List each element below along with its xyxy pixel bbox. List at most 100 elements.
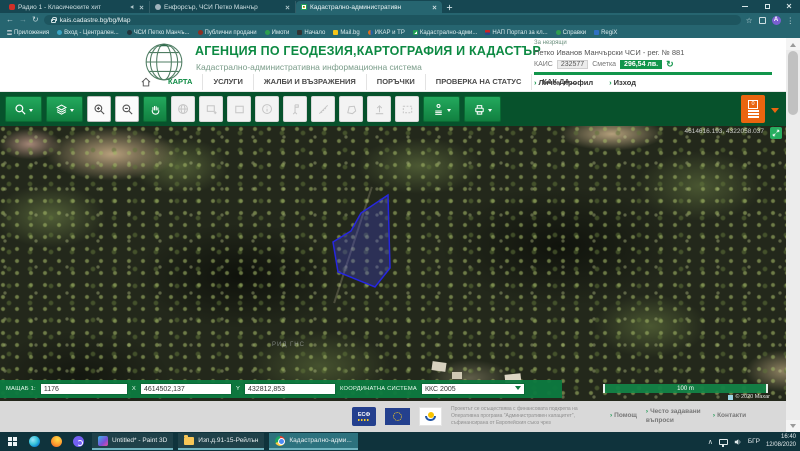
zoom-in-button[interactable] (87, 96, 111, 122)
windows-logo-icon (8, 437, 17, 446)
panel-collapse-chevron[interactable] (771, 108, 779, 117)
y-coordinate-input[interactable] (244, 383, 336, 395)
selected-parcel-polygon[interactable] (0, 126, 786, 401)
zoom-extent-button[interactable] (199, 96, 223, 122)
bookmark-item[interactable]: RegiX (594, 30, 617, 36)
tab-close-icon[interactable] (139, 5, 144, 10)
home-icon[interactable] (140, 76, 152, 88)
window-maximize-button[interactable] (756, 0, 778, 12)
tab-close-icon[interactable] (432, 5, 437, 10)
extension-icon[interactable] (759, 17, 766, 24)
profile-avatar[interactable]: А (772, 16, 781, 25)
select-region-button[interactable] (395, 96, 419, 122)
upload-tool-button[interactable] (367, 96, 391, 122)
site-icon (297, 30, 302, 35)
firefox-taskbar-icon[interactable] (48, 433, 65, 450)
browser-chrome: Радио 1 - Класическите хит Енфорсър, ЧСИ… (0, 0, 800, 38)
new-tab-button[interactable] (442, 1, 456, 13)
measure-distance-button[interactable] (311, 96, 335, 122)
window-minimize-button[interactable] (734, 0, 756, 12)
user-name: Петко Иванов Манчърски ЧСИ - рег. № 881 (534, 48, 772, 57)
tray-overflow-chevron[interactable]: ∧ (708, 438, 713, 446)
tab-kais-active[interactable]: Кадастрално-административн (296, 1, 442, 13)
window-controls (734, 0, 800, 12)
polygon-icon (345, 103, 358, 116)
bookmark-item[interactable]: ЧСИ Петко Манчъ... (127, 30, 190, 36)
viber-taskbar-icon[interactable] (70, 433, 87, 450)
scale-label: Мащаб 1: (6, 386, 36, 392)
taskbar-app-folder[interactable]: Изп.д.91-15-Рейлън (178, 433, 264, 450)
measure-station-button[interactable] (283, 96, 307, 122)
footer-link-contacts[interactable]: Контакти (713, 412, 746, 420)
zoom-window-button[interactable] (227, 96, 251, 122)
speaker-icon[interactable] (734, 438, 742, 446)
nav-tab-how-to[interactable]: КАК ДА... (531, 74, 586, 90)
scroll-up-arrow[interactable] (786, 38, 800, 50)
refresh-balance-icon[interactable]: ↻ (666, 60, 674, 69)
site-icon (127, 30, 132, 35)
tab-close-icon[interactable] (285, 5, 290, 10)
globe-tool-button[interactable] (171, 96, 195, 122)
back-button[interactable]: ← (6, 16, 14, 24)
tab-enforcer[interactable]: Енфорсър, ЧСИ Петко Манчър (150, 1, 296, 13)
fullscreen-expand-button[interactable] (770, 127, 782, 139)
address-input[interactable]: kais.cadastre.bg/bg/Map (44, 15, 741, 25)
taskbar-clock[interactable]: 16:40 12/08/2020 (766, 434, 796, 450)
legend-tool-button[interactable] (423, 96, 460, 122)
bookmark-item[interactable]: Справки (556, 30, 586, 36)
opac-programme-logo (419, 407, 442, 426)
bookmark-star-icon[interactable]: ☆ (746, 16, 753, 25)
pan-tool-button[interactable] (143, 96, 167, 122)
satellite-map-canvas[interactable]: РИД ГНС 4614616.193, 4322058.037 Мащаб 1… (0, 126, 786, 401)
bookmark-item[interactable]: НАП Портал за кл... (485, 30, 547, 36)
x-coordinate-input[interactable] (140, 383, 232, 395)
bookmark-item[interactable]: Имоти (265, 30, 290, 36)
tab-title: Радио 1 - Класическите хит (18, 4, 127, 11)
bookmark-item[interactable]: Начало (297, 30, 325, 36)
bookmark-item[interactable]: ИКАР и ТР (368, 30, 405, 36)
browser-menu-icon[interactable]: ⋮ (787, 16, 795, 25)
scroll-down-arrow[interactable] (786, 420, 800, 432)
accessibility-link[interactable]: За незрящи (534, 40, 772, 46)
start-button[interactable] (4, 433, 21, 450)
nav-tab-map[interactable]: КАРТА (158, 74, 202, 90)
measure-area-button[interactable] (339, 96, 363, 122)
nav-tab-status-check[interactable]: ПРОВЕРКА НА СТАТУС (425, 74, 532, 90)
bookmark-item[interactable]: Вход - Централен... (57, 30, 119, 36)
bookmark-item[interactable]: Публични продани (198, 30, 257, 36)
globe-icon (177, 103, 190, 116)
nav-tab-services[interactable]: УСЛУГИ (202, 74, 252, 90)
forward-button[interactable]: → (19, 16, 27, 24)
scale-input[interactable] (40, 383, 128, 395)
footer-link-help[interactable]: Помощ (610, 412, 637, 420)
esf-logo: ЕСФ (352, 407, 376, 426)
tab-radio[interactable]: Радио 1 - Класическите хит (4, 1, 150, 13)
reload-button[interactable]: ↻ (32, 16, 39, 24)
windows-taskbar: Untitled* - Paint 3D Изп.д.91-15-Рейлън … (0, 432, 800, 451)
zoom-out-button[interactable] (115, 96, 139, 122)
taskbar-app-paint3d[interactable]: Untitled* - Paint 3D (92, 433, 173, 450)
info-tool-button[interactable] (255, 96, 279, 122)
footer-link-faq[interactable]: Често задавани въпроси (646, 408, 704, 425)
crs-select[interactable]: ККС 2005 (421, 383, 525, 395)
notifications-panel-button[interactable]: 0 (741, 95, 765, 123)
bookmark-item[interactable]: Кадастрално-адми... (413, 30, 478, 36)
bookmark-item[interactable]: Mail.bg (333, 30, 359, 36)
nav-tab-complaints[interactable]: ЖАЛБИ И ВЪЗРАЖЕНИЯ (253, 74, 366, 90)
page-scrollbar[interactable] (786, 38, 800, 432)
system-tray: ∧ БГР 16:40 12/08/2020 (708, 434, 796, 450)
nav-tab-orders[interactable]: ПОРЪЧКИ (366, 74, 425, 90)
keyboard-language[interactable]: БГР (748, 438, 760, 445)
edge-taskbar-icon[interactable] (26, 433, 43, 450)
window-close-button[interactable] (778, 0, 800, 12)
layers-tool-button[interactable] (46, 96, 83, 122)
site-icon (265, 30, 270, 35)
print-tool-button[interactable] (464, 96, 501, 122)
taskbar-app-chrome-active[interactable]: Кадастрално-адми... (269, 433, 357, 450)
network-icon[interactable] (719, 439, 728, 445)
logout-link[interactable]: Изход (609, 78, 636, 87)
kais-favicon (301, 4, 307, 10)
scrollbar-thumb[interactable] (788, 51, 798, 115)
search-tool-button[interactable] (5, 96, 42, 122)
bookmark-apps[interactable]: Приложения (7, 30, 49, 36)
